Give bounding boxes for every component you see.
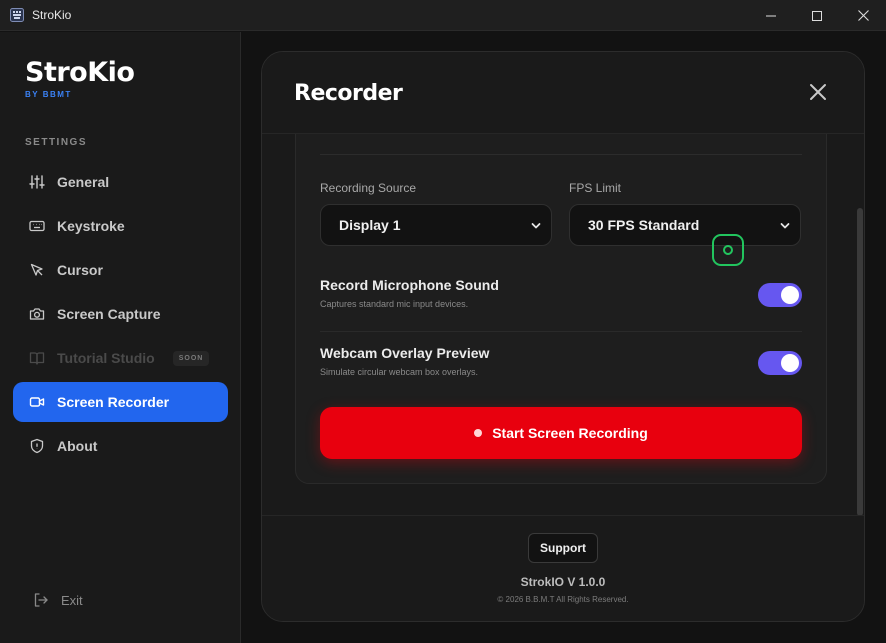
webcam-setting-row: Webcam Overlay Preview Simulate circular… [320,345,802,377]
window-titlebar: StroKio [0,0,886,31]
keyboard-icon [29,220,45,232]
support-button[interactable]: Support [528,533,598,563]
webcam-description: Simulate circular webcam box overlays. [320,367,479,377]
shield-icon [30,438,44,454]
camera-icon [29,308,45,320]
mouse-cursor-indicator [712,234,744,266]
exit-button[interactable]: Exit [33,592,83,608]
close-window-button[interactable] [840,0,886,31]
sidebar-item-about[interactable]: About [13,426,228,466]
exit-label: Exit [61,592,83,608]
sidebar-item-cursor[interactable]: Cursor [13,250,228,290]
minimize-icon [766,15,776,16]
minimize-button[interactable] [748,0,794,31]
fps-limit-select[interactable]: 30 FPS Standard [569,204,801,246]
sidebar-item-label: Screen Recorder [57,394,170,410]
sidebar-item-label: About [57,438,98,454]
version-label: StrokIO V 1.0.0 [520,575,606,589]
recorder-settings-card: Recording Source Display 1 FPS Limit 30 … [295,112,827,484]
maximize-icon [812,10,822,21]
start-recording-button[interactable]: Start Screen Recording [320,407,802,459]
sidebar-item-label: Keystroke [57,218,125,234]
cursor-pointer-icon [30,263,43,276]
webcam-title: Webcam Overlay Preview [320,345,490,361]
sidebar-item-tutorial-studio[interactable]: Tutorial Studio SOON [13,338,228,378]
toggle-knob [781,286,799,304]
modal-title: Recorder [294,81,403,106]
window-controls [748,0,886,31]
sidebar-item-keystroke[interactable]: Keystroke [13,206,228,246]
modal-header: Recorder [262,52,864,134]
settings-section-label: SETTINGS [25,137,88,148]
video-icon [29,397,45,407]
sidebar-item-general[interactable]: General [13,162,228,202]
recording-source-value: Display 1 [339,217,401,233]
cursor-dot-icon [723,245,733,255]
maximize-button[interactable] [794,0,840,31]
window-title: StroKio [32,8,72,22]
close-icon[interactable] [808,82,828,102]
start-recording-label: Start Screen Recording [492,425,648,441]
sidebar-item-label: Tutorial Studio [57,350,155,366]
sidebar-item-screen-capture[interactable]: Screen Capture [13,294,228,334]
recording-source-select[interactable]: Display 1 [320,204,552,246]
microphone-description: Captures standard mic input devices. [320,299,469,309]
sidebar-item-label: General [57,174,110,190]
modal-footer: Support StrokIO V 1.0.0 © 2026 B.B.M.T A… [262,515,864,621]
divider [320,331,802,332]
copyright-label: © 2026 B.B.M.T All Rights Reserved. [497,595,629,604]
recording-source-label: Recording Source [320,181,417,195]
exit-icon [34,593,48,607]
chevron-down-icon [780,223,790,229]
sidebar-item-label: Cursor [57,262,103,278]
sliders-icon [29,175,45,189]
app-logo-icon [10,8,24,22]
microphone-toggle[interactable] [758,283,802,307]
scrollbar[interactable] [857,208,863,516]
webcam-toggle[interactable] [758,351,802,375]
recorder-modal: Recording Source Display 1 FPS Limit 30 … [261,51,865,622]
brand-name: StroKio [25,57,135,88]
chevron-down-icon [531,223,541,229]
brand: StroKio BY BBMT [25,57,135,99]
microphone-setting-row: Record Microphone Sound Captures standar… [320,277,802,309]
divider [320,154,802,155]
sidebar-item-label: Screen Capture [57,306,161,322]
close-icon [857,10,869,21]
soon-badge: SOON [172,350,210,366]
brand-subtitle: BY BBMT [25,90,72,99]
toggle-knob [781,354,799,372]
book-icon [29,352,45,365]
fps-limit-value: 30 FPS Standard [588,217,700,233]
sidebar-nav: General Keystroke Cursor Screen Capture [13,162,228,470]
microphone-title: Record Microphone Sound [320,277,499,293]
record-dot-icon [474,429,483,437]
sidebar-item-screen-recorder[interactable]: Screen Recorder [13,382,228,422]
fps-limit-label: FPS Limit [569,181,622,195]
sidebar: StroKio BY BBMT SETTINGS General Keystro… [0,32,241,643]
